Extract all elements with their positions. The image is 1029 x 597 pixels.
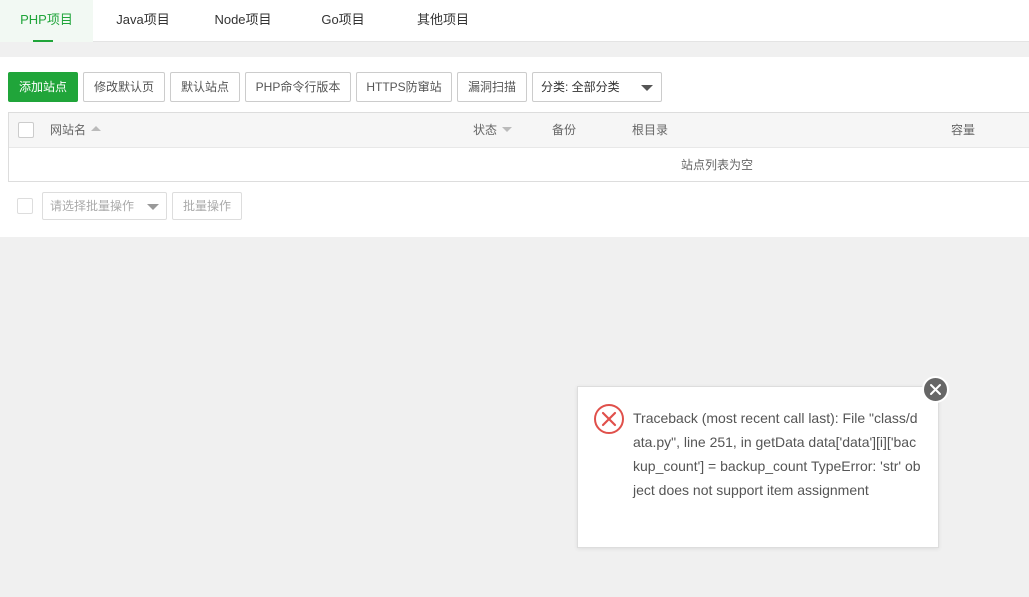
tab-go[interactable]: Go项目 <box>293 0 393 42</box>
default-site-button[interactable]: 默认站点 <box>170 72 240 102</box>
tab-node[interactable]: Node项目 <box>193 0 293 42</box>
tab-php[interactable]: PHP项目 <box>0 0 93 42</box>
chevron-down-icon <box>641 85 653 91</box>
column-status-label: 状态 <box>473 123 498 137</box>
vuln-scan-button[interactable]: 漏洞扫描 <box>457 72 527 102</box>
close-dialog-button[interactable] <box>922 376 949 403</box>
tab-java[interactable]: Java项目 <box>93 0 193 42</box>
table-header: 网站名 状态 备份 根目录 容量 <box>9 113 1029 148</box>
add-site-button[interactable]: 添加站点 <box>8 72 78 102</box>
column-site-name[interactable]: 网站名 <box>50 113 102 148</box>
site-table: 网站名 状态 备份 根目录 容量 站点列表为空 <box>8 112 1029 182</box>
batch-operation-placeholder: 请选择批量操作 <box>50 199 135 213</box>
site-list-panel: 添加站点 修改默认页 默认站点 PHP命令行版本 HTTPS防窜站 漏洞扫描 分… <box>0 57 1029 237</box>
category-select[interactable]: 分类: 全部分类 <box>532 72 662 102</box>
tab-other[interactable]: 其他项目 <box>393 0 493 42</box>
column-capacity: 容量 <box>951 123 976 137</box>
column-backup: 备份 <box>552 123 577 137</box>
https-protection-button[interactable]: HTTPS防窜站 <box>356 72 452 102</box>
error-dialog: Traceback (most recent call last): File … <box>577 386 939 548</box>
close-icon <box>930 384 941 395</box>
column-status[interactable]: 状态 <box>473 113 513 148</box>
select-all-checkbox[interactable] <box>18 122 34 138</box>
empty-list-message: 站点列表为空 <box>681 158 754 172</box>
column-site-name-label: 网站名 <box>50 123 87 137</box>
edit-default-page-button[interactable]: 修改默认页 <box>83 72 165 102</box>
sort-desc-icon <box>502 127 513 133</box>
batch-select-checkbox[interactable] <box>17 198 33 214</box>
batch-operation-button[interactable]: 批量操作 <box>172 192 242 220</box>
error-message: Traceback (most recent call last): File … <box>633 410 921 498</box>
php-cli-version-button[interactable]: PHP命令行版本 <box>245 72 351 102</box>
batch-operation-select[interactable]: 请选择批量操作 <box>42 192 167 220</box>
category-select-value: 分类: 全部分类 <box>541 80 620 94</box>
project-tab-bar: PHP项目 Java项目 Node项目 Go项目 其他项目 <box>0 0 1029 42</box>
chevron-down-icon <box>147 204 159 210</box>
sort-asc-icon <box>91 126 102 132</box>
column-root-dir: 根目录 <box>632 123 669 137</box>
error-icon <box>593 403 625 435</box>
